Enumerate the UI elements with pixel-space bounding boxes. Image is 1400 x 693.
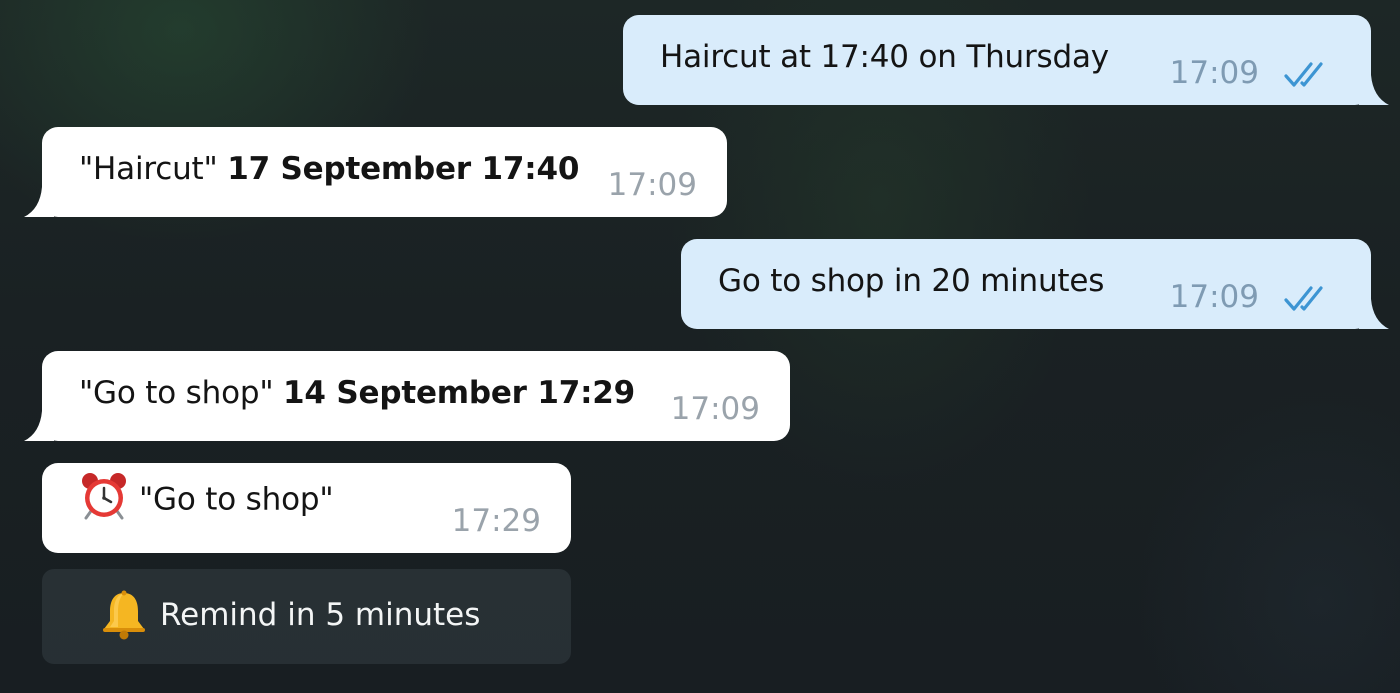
message-text: "Haircut" 17 September 17:40 — [79, 151, 579, 187]
button-label: Remind in 5 minutes — [160, 597, 481, 633]
bubble-tail — [1359, 75, 1389, 105]
message-time: 17:29 — [451, 503, 541, 539]
message-time: 17:09 — [607, 167, 697, 203]
reminder-date: 17 September 17:40 — [227, 151, 580, 187]
message-text: "Go to shop" — [79, 473, 334, 521]
message-time: 17:09 — [1169, 279, 1259, 315]
alarm-clock-icon — [82, 473, 126, 520]
quoted-title: "Go to shop" — [79, 375, 274, 411]
message-outgoing[interactable]: Go to shop in 20 minutes 17:09 — [681, 239, 1389, 329]
bubble-tail — [24, 411, 54, 441]
message-reminder[interactable]: "Go to shop" 17:29 — [42, 463, 571, 553]
quoted-title: "Haircut" — [79, 151, 218, 187]
bell-icon — [103, 590, 145, 640]
message-text: Haircut at 17:40 on Thursday — [660, 39, 1109, 75]
remind-in-5-minutes-button[interactable]: Remind in 5 minutes — [42, 569, 571, 664]
message-text: Go to shop in 20 minutes — [718, 263, 1105, 299]
message-incoming[interactable]: "Go to shop" 14 September 17:29 17:09 — [24, 351, 790, 441]
message-text: "Go to shop" 14 September 17:29 — [79, 375, 635, 411]
message-time: 17:09 — [670, 391, 760, 427]
bubble-tail — [1359, 299, 1389, 329]
message-outgoing[interactable]: Haircut at 17:40 on Thursday 17:09 — [623, 15, 1389, 105]
message-incoming[interactable]: "Haircut" 17 September 17:40 17:09 — [24, 127, 727, 217]
reminder-title: "Go to shop" — [139, 481, 334, 518]
bubble-tail — [24, 187, 54, 217]
button-content: Remind in 5 minutes — [98, 589, 480, 641]
double-check-icon — [1284, 286, 1323, 311]
reminder-date: 14 September 17:29 — [283, 375, 636, 411]
message-time: 17:09 — [1169, 55, 1259, 91]
double-check-icon — [1284, 62, 1323, 87]
